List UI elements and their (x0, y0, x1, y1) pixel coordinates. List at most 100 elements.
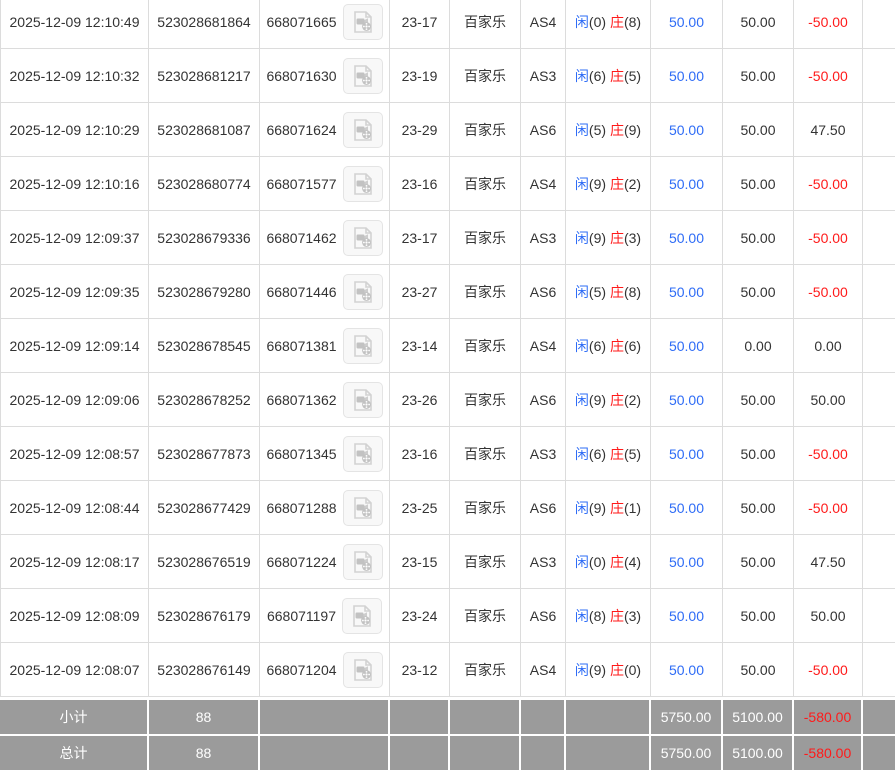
video-replay-button[interactable] (343, 220, 383, 256)
cell-win-loss: -50.00 (794, 481, 863, 535)
cell-round-id: 668071197 (260, 589, 390, 643)
round-id-text: 668071462 (266, 230, 336, 246)
cell-win-loss: 0.00 (794, 319, 863, 373)
total-bet-amount: 5100.00 (722, 735, 793, 771)
video-document-icon (350, 280, 376, 304)
cell-result: 闲(0) 庄(4) (566, 535, 651, 589)
banker-result-label: 庄 (610, 176, 624, 192)
banker-result-score: (1) (624, 500, 641, 516)
player-result-score: (0) (589, 554, 606, 570)
banker-result-score: (8) (624, 14, 641, 30)
table-row: 2025-12-09 12:08:07 523028676149 6680712… (1, 643, 895, 697)
banker-result-score: (2) (624, 392, 641, 408)
cell-result: 闲(9) 庄(1) (566, 481, 651, 535)
cell-valid-bet: 50.00 (651, 319, 723, 373)
cell-bet-amount: 50.00 (723, 589, 794, 643)
video-replay-button[interactable] (343, 112, 383, 148)
cell-table-code: AS4 (521, 319, 566, 373)
round-id-text: 668071630 (266, 68, 336, 84)
player-result-score: (6) (589, 338, 606, 354)
cell-table-round: 23-14 (390, 319, 450, 373)
cell-valid-bet: 50.00 (651, 157, 723, 211)
cell-extra (863, 481, 895, 535)
total-win-loss: -580.00 (793, 735, 862, 771)
cell-valid-bet: 50.00 (651, 481, 723, 535)
cell-bet-amount: 50.00 (723, 373, 794, 427)
subtotal-row: 小计 88 5750.00 5100.00 -580.00 (0, 699, 895, 735)
cell-valid-bet: 50.00 (651, 103, 723, 157)
cell-table-round: 23-17 (390, 211, 450, 265)
cell-result: 闲(9) 庄(2) (566, 373, 651, 427)
video-replay-button[interactable] (343, 436, 383, 472)
table-row: 2025-12-09 12:10:49 523028681864 6680716… (1, 0, 895, 49)
cell-result: 闲(6) 庄(5) (566, 427, 651, 481)
banker-result-label: 庄 (610, 338, 624, 354)
total-label: 总计 (0, 735, 148, 771)
cell-game-type: 百家乐 (450, 535, 521, 589)
cell-order-id: 523028676179 (149, 589, 260, 643)
cell-round-id: 668071204 (260, 643, 390, 697)
cell-bet-amount: 50.00 (723, 481, 794, 535)
cell-valid-bet: 50.00 (651, 427, 723, 481)
player-result-label: 闲 (575, 500, 589, 516)
video-document-icon (350, 172, 376, 196)
cell-table-round: 23-25 (390, 481, 450, 535)
video-replay-button[interactable] (343, 328, 383, 364)
video-document-icon (350, 64, 376, 88)
player-result-label: 闲 (575, 608, 589, 624)
player-result-score: (5) (589, 122, 606, 138)
cell-table-code: AS6 (521, 103, 566, 157)
video-document-icon (350, 118, 376, 142)
banker-result-label: 庄 (610, 500, 624, 516)
cell-round-id: 668071577 (260, 157, 390, 211)
video-replay-button[interactable] (343, 4, 383, 40)
round-id-text: 668071288 (266, 500, 336, 516)
cell-extra (863, 157, 895, 211)
cell-bet-amount: 50.00 (723, 211, 794, 265)
table-row: 2025-12-09 12:09:14 523028678545 6680713… (1, 319, 895, 373)
subtotal-count: 88 (148, 699, 259, 735)
cell-valid-bet: 50.00 (651, 49, 723, 103)
cell-table-code: AS3 (521, 535, 566, 589)
round-id-text: 668071362 (266, 392, 336, 408)
video-replay-button[interactable] (343, 382, 383, 418)
cell-order-id: 523028681087 (149, 103, 260, 157)
cell-bet-amount: 50.00 (723, 265, 794, 319)
player-result-score: (9) (589, 662, 606, 678)
cell-table-code: AS3 (521, 49, 566, 103)
cell-table-round: 23-16 (390, 157, 450, 211)
cell-win-loss: 47.50 (794, 103, 863, 157)
player-result-label: 闲 (575, 122, 589, 138)
cell-win-loss: 50.00 (794, 589, 863, 643)
cell-bet-amount: 50.00 (723, 0, 794, 49)
cell-win-loss: 47.50 (794, 535, 863, 589)
cell-result: 闲(9) 庄(2) (566, 157, 651, 211)
video-replay-button[interactable] (343, 58, 383, 94)
video-replay-button[interactable] (343, 544, 383, 580)
cell-bet-amount: 50.00 (723, 427, 794, 481)
video-document-icon (349, 604, 375, 628)
round-id-text: 668071345 (266, 446, 336, 462)
cell-bet-time: 2025-12-09 12:10:16 (1, 157, 149, 211)
player-result-score: (9) (589, 392, 606, 408)
cell-table-code: AS3 (521, 427, 566, 481)
video-replay-button[interactable] (342, 598, 382, 634)
cell-table-code: AS6 (521, 589, 566, 643)
cell-table-code: AS3 (521, 211, 566, 265)
cell-game-type: 百家乐 (450, 265, 521, 319)
cell-round-id: 668071381 (260, 319, 390, 373)
video-replay-button[interactable] (343, 652, 383, 688)
video-replay-button[interactable] (343, 274, 383, 310)
round-id-text: 668071446 (266, 284, 336, 300)
video-replay-button[interactable] (343, 166, 383, 202)
cell-round-id: 668071362 (260, 373, 390, 427)
table-row: 2025-12-09 12:09:37 523028679336 6680714… (1, 211, 895, 265)
video-replay-button[interactable] (343, 490, 383, 526)
player-result-label: 闲 (575, 554, 589, 570)
cell-extra (863, 211, 895, 265)
table-row: 2025-12-09 12:08:09 523028676179 6680711… (1, 589, 895, 643)
cell-bet-time: 2025-12-09 12:08:17 (1, 535, 149, 589)
bet-records-table: 2025-12-09 12:10:49 523028681864 6680716… (0, 0, 895, 697)
cell-table-code: AS6 (521, 265, 566, 319)
round-id-text: 668071577 (266, 176, 336, 192)
